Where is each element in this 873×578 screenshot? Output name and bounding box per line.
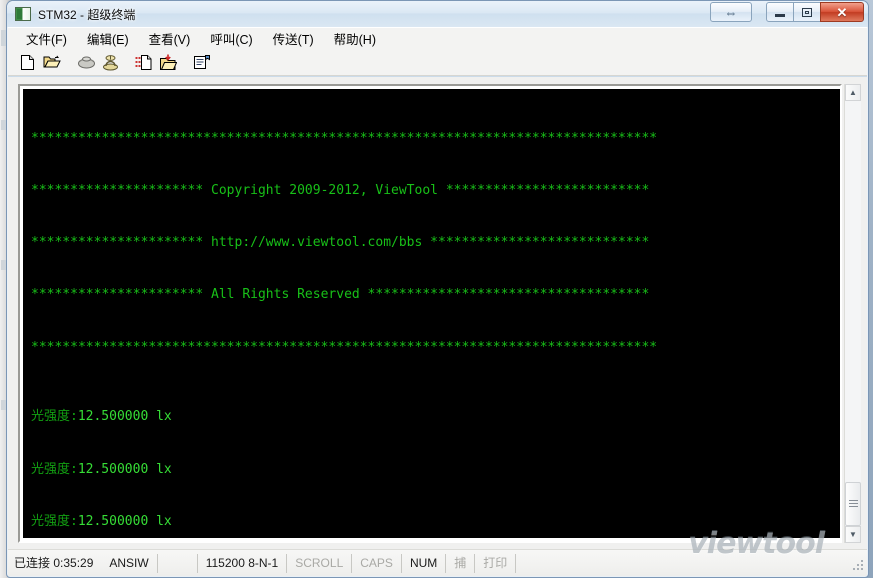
new-document-icon	[21, 54, 34, 70]
properties-icon	[194, 54, 210, 69]
title-bar[interactable]: STM32 - 超级终端 ⇔ ✕	[7, 1, 868, 27]
banner-line: ****************************************…	[31, 339, 658, 355]
maximize-icon	[802, 7, 812, 17]
banner-line: ********************** All Rights Reserv…	[31, 287, 650, 303]
reading-line: 光强度:12.500000 lx	[31, 461, 840, 478]
banner-line: ********************** Copyright 2009-20…	[31, 183, 650, 199]
menu-file[interactable]: 文件(F)	[16, 27, 77, 51]
terminal-output[interactable]: ****************************************…	[23, 89, 840, 538]
reading-value: 12.500000	[77, 461, 149, 477]
properties-button[interactable]	[190, 51, 214, 74]
reading-line: 光强度:12.500000 lx	[31, 408, 840, 425]
open-folder-icon	[43, 55, 61, 68]
telephone-call-icon	[77, 56, 95, 68]
grip-icon	[848, 499, 858, 509]
maximize-button[interactable]	[793, 2, 821, 22]
double-arrow-icon: ⇔	[724, 4, 738, 20]
reading-label: 光强度:	[31, 461, 78, 477]
status-num: NUM	[402, 553, 447, 573]
resize-grip[interactable]	[848, 555, 864, 571]
desktop-background: STM32 - 超级终端 ⇔ ✕ 文件(F) 编辑(E) 查看(V) 呼叫(C)…	[0, 0, 873, 578]
status-scroll: SCROLL	[287, 553, 353, 573]
hyperterminal-window: STM32 - 超级终端 ⇔ ✕ 文件(F) 编辑(E) 查看(V) 呼叫(C)…	[6, 0, 869, 578]
status-connection: 已连接 0:35:29	[14, 555, 94, 570]
status-bar: 已连接 0:35:29 ANSIW 115200 8-N-1 SCROLL CA…	[8, 549, 867, 576]
reading-unit: lx	[156, 409, 172, 425]
window-controls: ⇔ ✕	[709, 2, 864, 22]
call-button[interactable]	[74, 51, 98, 74]
status-port-settings: 115200 8-N-1	[198, 553, 288, 573]
client-area: ****************************************…	[8, 77, 867, 549]
window-title: STM32 - 超级终端	[38, 7, 136, 22]
scrollbar-thumb[interactable]	[845, 482, 861, 526]
minimize-button[interactable]	[766, 2, 794, 22]
open-folder-button[interactable]	[40, 51, 64, 74]
banner-line: ********************** http://www.viewto…	[31, 235, 650, 251]
close-button[interactable]: ✕	[820, 2, 864, 22]
status-capture: 捕	[446, 553, 476, 573]
toolbar	[8, 49, 867, 76]
status-emulation: ANSIW	[101, 553, 158, 573]
reading-value: 12.500000	[77, 513, 149, 529]
send-file-button[interactable]	[132, 51, 156, 74]
minimize-icon	[775, 13, 785, 17]
hangup-button[interactable]	[98, 51, 122, 74]
banner-line: ****************************************…	[31, 130, 658, 146]
terminal-icon	[15, 7, 31, 21]
close-icon: ✕	[836, 4, 848, 20]
new-document-button[interactable]	[16, 51, 40, 74]
chevron-up-icon: ▲	[849, 87, 857, 97]
menu-bar: 文件(F) 编辑(E) 查看(V) 呼叫(C) 传送(T) 帮助(H)	[8, 27, 867, 49]
receive-file-icon	[160, 54, 177, 70]
reading-unit: lx	[156, 513, 172, 529]
menu-view[interactable]: 查看(V)	[139, 27, 201, 51]
menu-edit[interactable]: 编辑(E)	[77, 27, 139, 51]
status-print: 打印	[475, 553, 517, 573]
reading-line: 光强度:12.500000 lx	[31, 513, 840, 530]
reading-label: 光强度:	[31, 409, 78, 425]
vertical-scrollbar[interactable]: ▲ ▼	[844, 84, 861, 543]
scroll-down-button[interactable]: ▼	[845, 526, 861, 543]
reading-label: 光强度:	[31, 513, 78, 529]
menu-call[interactable]: 呼叫(C)	[200, 27, 262, 51]
menu-help[interactable]: 帮助(H)	[324, 27, 386, 51]
receive-file-button[interactable]	[156, 51, 180, 74]
scroll-up-button[interactable]: ▲	[845, 84, 861, 101]
terminal-frame: ****************************************…	[18, 84, 842, 543]
reading-value: 12.500000	[77, 409, 149, 425]
scrollbar-track[interactable]	[845, 101, 861, 526]
restore-size-button[interactable]: ⇔	[710, 2, 752, 22]
status-caps: CAPS	[352, 553, 402, 573]
send-file-icon	[135, 54, 152, 70]
telephone-hangup-icon	[102, 54, 118, 70]
status-blank-cell	[158, 553, 198, 573]
chevron-down-icon: ▼	[849, 529, 857, 539]
menu-transfer[interactable]: 传送(T)	[263, 27, 324, 51]
reading-unit: lx	[156, 461, 172, 477]
